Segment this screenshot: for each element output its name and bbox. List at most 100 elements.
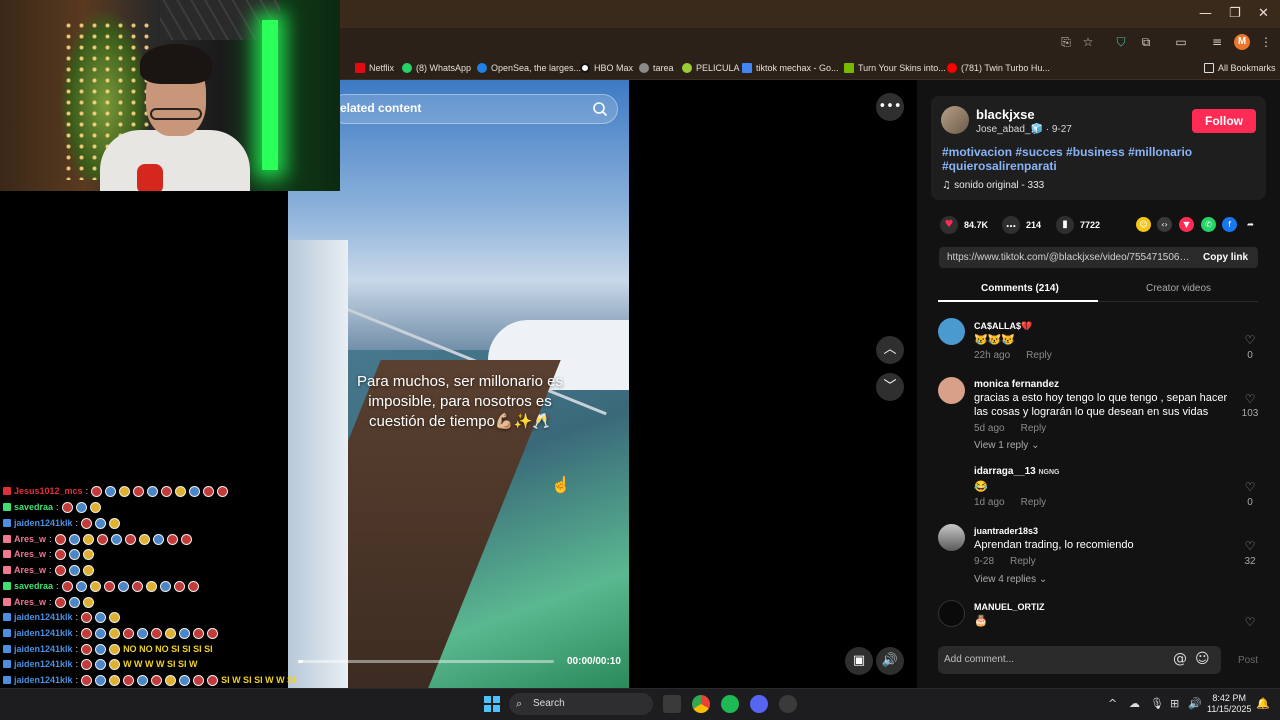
cast-icon[interactable]: ⎘ <box>1058 34 1074 50</box>
comment-like-icon[interactable]: ♡ <box>1241 392 1259 406</box>
onedrive-icon[interactable]: ☁ <box>1129 697 1140 710</box>
chat-username[interactable]: Ares_w <box>14 565 46 575</box>
chrome-taskbar-icon[interactable] <box>692 695 710 713</box>
comment-avatar[interactable] <box>938 377 965 404</box>
like-stat[interactable]: ♥ 84.7K <box>940 216 988 234</box>
chat-username[interactable]: Ares_w <box>14 597 46 607</box>
mention-icon[interactable]: @ <box>1173 651 1187 667</box>
bookmark-pelicula[interactable]: PELICULA <box>682 61 740 75</box>
chat-username[interactable]: jaiden1241klk <box>14 628 73 638</box>
search-icon[interactable] <box>592 101 608 117</box>
reply-button[interactable]: Reply <box>1010 556 1036 567</box>
author-name[interactable]: blackjxse <box>976 107 1035 122</box>
chat-username[interactable]: jaiden1241klk <box>14 644 73 654</box>
comment-avatar[interactable] <box>938 318 965 345</box>
media-icon[interactable]: ≡ <box>1209 34 1225 50</box>
whatsapp-share-icon[interactable]: ✆ <box>1201 217 1216 232</box>
comment-like-icon[interactable]: ♡ <box>1241 480 1259 494</box>
bookmark-hbo[interactable]: HBO Max <box>580 61 633 75</box>
comment-avatar[interactable] <box>938 524 965 551</box>
share-arrow-icon[interactable]: ➦ <box>1243 217 1258 232</box>
task-view-icon[interactable] <box>663 695 681 713</box>
bookmark-tiktok-mechax[interactable]: tiktok mechax - Go... <box>742 61 839 75</box>
author-avatar[interactable] <box>941 106 969 134</box>
comment-author[interactable]: CA$ALLA$💔 <box>974 321 1032 332</box>
comment-author[interactable]: juantrader18s3 <box>974 526 1038 536</box>
windows-start-icon[interactable] <box>484 696 500 712</box>
reply-button[interactable]: Reply <box>1026 350 1052 361</box>
volume-tray-icon[interactable]: 🔊 <box>1188 697 1202 710</box>
close-icon[interactable]: ✕ <box>1258 6 1269 21</box>
more-options-icon[interactable]: ••• <box>876 93 904 121</box>
extensions-icon[interactable]: ⧉ <box>1138 34 1154 50</box>
comment-stat[interactable]: … 214 <box>1002 216 1041 234</box>
menu-icon[interactable]: ⋮ <box>1258 34 1274 50</box>
chat-username[interactable]: jaiden1241klk <box>14 518 73 528</box>
bookmark-netflix[interactable]: Netflix <box>355 61 394 75</box>
save-stat[interactable]: ▮ 7722 <box>1056 216 1100 234</box>
reply-button[interactable]: Reply <box>1021 497 1047 508</box>
post-sound[interactable]: ♫ sonido original - 333 <box>942 180 1044 191</box>
comment-author[interactable]: idarraga__13 NGNG <box>974 466 1060 477</box>
reply-button[interactable]: Reply <box>1021 423 1047 434</box>
sidepanel-icon[interactable]: ▭ <box>1173 34 1189 50</box>
restore-icon[interactable]: ❐ <box>1229 6 1241 21</box>
video-link[interactable]: https://www.tiktok.com/@blackjxse/video/… <box>947 252 1193 263</box>
chat-username[interactable]: Ares_w <box>14 549 46 559</box>
comment-input[interactable]: Add comment... <box>944 654 1014 665</box>
tab-creator-videos[interactable]: Creator videos <box>1146 283 1211 294</box>
view-replies-button[interactable]: View 4 replies ⌄ <box>974 574 1047 585</box>
comment-like-icon[interactable]: ♡ <box>1241 539 1259 553</box>
bookmark-opensea[interactable]: OpenSea, the larges... <box>477 61 581 75</box>
bookmark-skins[interactable]: Turn Your Skins into... <box>844 61 946 75</box>
comment-author[interactable]: MANUEL_ORTIZ <box>974 602 1045 612</box>
tray-chevron-icon[interactable]: ^ <box>1108 697 1117 710</box>
taskbar-search[interactable] <box>509 693 653 715</box>
copy-link-button[interactable]: Copy link <box>1203 252 1248 263</box>
view-replies-button[interactable]: View 1 reply ⌄ <box>974 440 1039 451</box>
facebook-share-icon[interactable]: f <box>1222 217 1237 232</box>
tab-comments[interactable]: Comments (214) <box>981 283 1059 294</box>
shield-extension-icon[interactable]: ⛉ <box>1113 34 1129 50</box>
comment-like-icon[interactable]: ♡ <box>1241 333 1259 347</box>
post-hashtags[interactable]: #motivacion #succes #business #millonari… <box>942 145 1242 173</box>
comment-author[interactable]: monica fernandez <box>974 379 1059 390</box>
chat-username[interactable]: savedraa <box>14 502 53 512</box>
gift-share-icon[interactable]: ☺ <box>1136 217 1151 232</box>
all-bookmarks[interactable]: All Bookmarks <box>1204 61 1276 75</box>
pip-icon[interactable]: ▣ <box>845 647 873 675</box>
bookmark-tarea[interactable]: tarea <box>639 61 674 75</box>
embed-icon[interactable]: ‹› <box>1157 217 1172 232</box>
comment-avatar[interactable] <box>938 600 965 627</box>
microphone-icon[interactable]: 🎙 <box>1150 697 1164 710</box>
follow-button[interactable]: Follow <box>1192 109 1256 133</box>
profile-avatar[interactable]: M <box>1234 34 1250 50</box>
video-progress-track[interactable] <box>298 660 554 663</box>
minimize-icon[interactable]: — <box>1199 6 1212 21</box>
pelicula-icon <box>682 63 692 73</box>
send-friend-icon[interactable]: ▼ <box>1179 217 1194 232</box>
comment-like-icon[interactable]: ♡ <box>1241 615 1259 629</box>
bookmark-whatsapp[interactable]: (8) WhatsApp <box>402 61 471 75</box>
spotify-taskbar-icon[interactable] <box>721 695 739 713</box>
emoji-icon[interactable]: ☺ <box>1195 651 1210 667</box>
network-icon[interactable]: ⊞ <box>1170 697 1179 710</box>
next-video-icon[interactable]: ﹀ <box>876 373 904 401</box>
previous-video-icon[interactable]: ︿ <box>876 336 904 364</box>
chat-emote-icon <box>161 485 173 497</box>
chat-username[interactable]: Ares_w <box>14 534 46 544</box>
discord-taskbar-icon[interactable] <box>750 695 768 713</box>
chat-username[interactable]: savedraa <box>14 581 53 591</box>
post-comment-button[interactable]: Post <box>1238 655 1258 666</box>
chat-username[interactable]: jaiden1241klk <box>14 612 73 622</box>
volume-icon[interactable]: 🔊 <box>876 647 904 675</box>
bookmark-youtube[interactable]: (781) Twin Turbo Hu... <box>947 61 1050 75</box>
chat-badge-icon <box>3 566 11 574</box>
chat-username[interactable]: jaiden1241klk <box>14 659 73 669</box>
notification-bell-icon[interactable]: 🔔 <box>1256 697 1270 710</box>
app-taskbar-icon[interactable] <box>779 695 797 713</box>
chat-username[interactable]: jaiden1241klk <box>14 675 73 685</box>
bookmark-star-icon[interactable]: ☆ <box>1080 34 1096 50</box>
taskbar-clock[interactable]: 8:42 PM 11/15/2025 <box>1207 693 1251 715</box>
chat-username[interactable]: Jesus1012_mcs <box>14 486 83 496</box>
